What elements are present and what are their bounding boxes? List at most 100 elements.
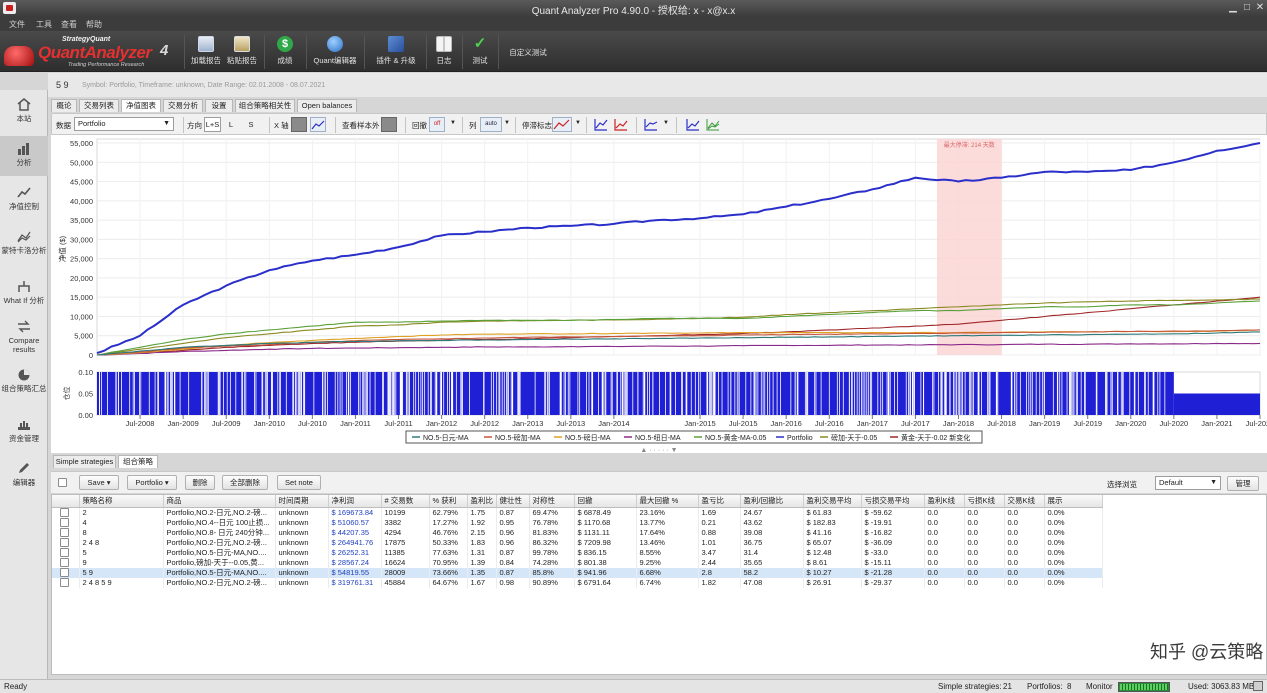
- quant-editor-button[interactable]: Quant编辑器: [310, 34, 360, 70]
- column-header[interactable]: 对称性: [529, 495, 575, 508]
- sidebar-item-portfolio-summary[interactable]: 组合策略汇总: [0, 368, 48, 408]
- log-button[interactable]: 日志: [430, 34, 458, 70]
- direction-ls-toggle[interactable]: L+S: [204, 117, 221, 132]
- table-cell: unknown: [275, 517, 329, 528]
- column-dropdown-icon[interactable]: ▼: [504, 120, 510, 126]
- column-header[interactable]: 亏损交易平均: [861, 495, 925, 508]
- set-note-button[interactable]: Set note: [277, 475, 321, 490]
- sidebar-item-home[interactable]: 本站: [0, 98, 48, 134]
- data-select[interactable]: Portfolio ▼: [74, 117, 174, 131]
- gc-icon[interactable]: [1253, 681, 1263, 691]
- column-header[interactable]: 净利润: [328, 495, 382, 508]
- tab-equity-chart[interactable]: 净值图表: [121, 99, 161, 112]
- sidebar-item-editor[interactable]: 编辑器: [0, 462, 48, 492]
- sidebar-item-money-management[interactable]: 资金管理: [0, 418, 48, 448]
- maximize-icon[interactable]: □: [1241, 2, 1253, 14]
- row-checkbox[interactable]: [60, 558, 69, 568]
- position-gap: [973, 372, 974, 415]
- column-header[interactable]: % 获利: [429, 495, 468, 508]
- portfolio-button[interactable]: Portfolio ▾: [127, 475, 177, 490]
- paste-report-button[interactable]: 粘贴报告: [224, 34, 260, 70]
- tab-correlation[interactable]: 组合策略相关性: [235, 99, 295, 112]
- chart-type-button-4[interactable]: [685, 117, 701, 132]
- sidebar-item-monte-carlo[interactable]: 蒙特卡洛分析: [0, 230, 48, 272]
- row-checkbox[interactable]: [60, 578, 69, 588]
- tab-overview[interactable]: 概论: [51, 99, 77, 112]
- table-row[interactable]: 8 Portfolio,NO.8- 日元 240分钟... unknown $ 442…: [52, 527, 1103, 538]
- menu-help[interactable]: 帮助: [86, 19, 102, 30]
- delete-button[interactable]: 删除: [185, 475, 215, 490]
- menu-file[interactable]: 文件: [9, 19, 25, 30]
- x-axis-time-button[interactable]: [310, 117, 326, 132]
- column-header[interactable]: 最大回撤 %: [636, 495, 699, 508]
- column-header[interactable]: 策略名称: [79, 495, 164, 508]
- load-report-button[interactable]: 加载报告: [188, 34, 224, 70]
- table-row[interactable]: 5 9 Portfolio,NO.5-日元-MA,NO.... unknown $ 5…: [52, 567, 1103, 578]
- column-header[interactable]: 亏损K线: [964, 495, 1005, 508]
- column-header[interactable]: 展示: [1044, 495, 1103, 508]
- table-row[interactable]: 9 Portfolio,磅加-天于--0.05,黄... unknown $ 2856…: [52, 557, 1103, 568]
- column-button[interactable]: auto: [480, 117, 502, 132]
- row-checkbox[interactable]: [60, 508, 69, 518]
- sidebar-item-equity-control[interactable]: 净值控制: [0, 186, 48, 220]
- menu-view[interactable]: 查看: [61, 19, 77, 30]
- column-header[interactable]: 盈利/回撤比: [740, 495, 804, 508]
- sidebar-item-compare[interactable]: Compare results: [0, 320, 48, 360]
- sidebar-item-what-if[interactable]: What If 分析: [0, 280, 48, 312]
- row-checkbox[interactable]: [60, 538, 69, 548]
- chart-type-button-1[interactable]: [593, 117, 609, 132]
- out-of-sample-button[interactable]: [381, 117, 397, 132]
- tab-simple-strategies[interactable]: Simple strategies: [53, 455, 116, 468]
- table-row[interactable]: 4 Portfolio,NO.4--日元 100止损... unknown $ 510…: [52, 517, 1103, 528]
- column-header[interactable]: 盈利K线: [924, 495, 965, 508]
- column-header[interactable]: 健壮性: [496, 495, 530, 508]
- test-button[interactable]: ✓ 测试: [466, 34, 494, 70]
- table-row[interactable]: 2 Portfolio,NO.2-日元,NO.2-磅... unknown $ 169…: [52, 507, 1103, 518]
- chart-type-dropdown-icon[interactable]: ▼: [663, 120, 669, 126]
- manage-button[interactable]: 管理: [1227, 476, 1259, 491]
- chart-type-button-2[interactable]: [613, 117, 629, 132]
- minimize-icon[interactable]: ▁: [1227, 2, 1239, 14]
- sidebar-item-analysis[interactable]: 分析: [0, 136, 48, 176]
- column-header[interactable]: # 交易数: [381, 495, 430, 508]
- column-header[interactable]: 盈亏比: [698, 495, 741, 508]
- tab-settings[interactable]: 设置: [205, 99, 233, 112]
- tab-trade-list[interactable]: 交易列表: [79, 99, 119, 112]
- column-header[interactable]: 交易K线: [1004, 495, 1045, 508]
- save-button[interactable]: Save ▾: [79, 475, 119, 490]
- column-header[interactable]: 盈利交易平均: [803, 495, 862, 508]
- select-all-checkbox[interactable]: [58, 478, 67, 487]
- row-checkbox[interactable]: [60, 548, 69, 558]
- tab-portfolios[interactable]: 组合策略: [118, 455, 158, 468]
- x-tick-label: Jul-2019: [1073, 419, 1102, 428]
- position-gap: [797, 372, 799, 415]
- direction-long-toggle[interactable]: L: [224, 117, 238, 132]
- chart-type-button-3[interactable]: [643, 117, 659, 132]
- table-row[interactable]: 2 4 8 5 9 Portfolio,NO.2-日元,NO.2-磅... unkn…: [52, 577, 1103, 588]
- view-select[interactable]: Default ▼: [1155, 476, 1221, 490]
- row-checkbox[interactable]: [60, 568, 69, 578]
- plugins-upgrade-button[interactable]: 插件 & 升级: [370, 34, 422, 70]
- close-icon[interactable]: ✕: [1254, 2, 1266, 14]
- position-gap: [652, 372, 654, 415]
- column-header[interactable]: 盈利比: [467, 495, 497, 508]
- column-header[interactable]: 回撤: [574, 495, 637, 508]
- stagnation-button[interactable]: [552, 117, 572, 132]
- delete-all-button[interactable]: 全部删除: [222, 475, 268, 490]
- stagnation-dropdown-icon[interactable]: ▼: [575, 120, 581, 126]
- table-row[interactable]: 5 Portfolio,NO.5-日元-MA,NO.... unknown $ 262…: [52, 547, 1103, 558]
- x-axis-trades-button[interactable]: [291, 117, 307, 132]
- row-checkbox[interactable]: [60, 518, 69, 528]
- chart-type-button-5[interactable]: [705, 117, 721, 132]
- direction-short-toggle[interactable]: S: [244, 117, 258, 132]
- column-header[interactable]: 时间周期: [275, 495, 329, 508]
- row-checkbox[interactable]: [60, 528, 69, 538]
- results-button[interactable]: $ 成绩: [268, 34, 302, 70]
- drawdown-button[interactable]: off: [429, 117, 445, 132]
- column-header[interactable]: 商品: [163, 495, 276, 508]
- drawdown-dropdown-icon[interactable]: ▼: [450, 120, 456, 126]
- menu-tools[interactable]: 工具: [36, 19, 52, 30]
- tab-trade-analysis[interactable]: 交易分析: [163, 99, 203, 112]
- tab-open-balances[interactable]: Open balances: [297, 99, 357, 112]
- table-row[interactable]: 2 4 8 Portfolio,NO.2-日元,NO.2-磅... unknown $…: [52, 537, 1103, 548]
